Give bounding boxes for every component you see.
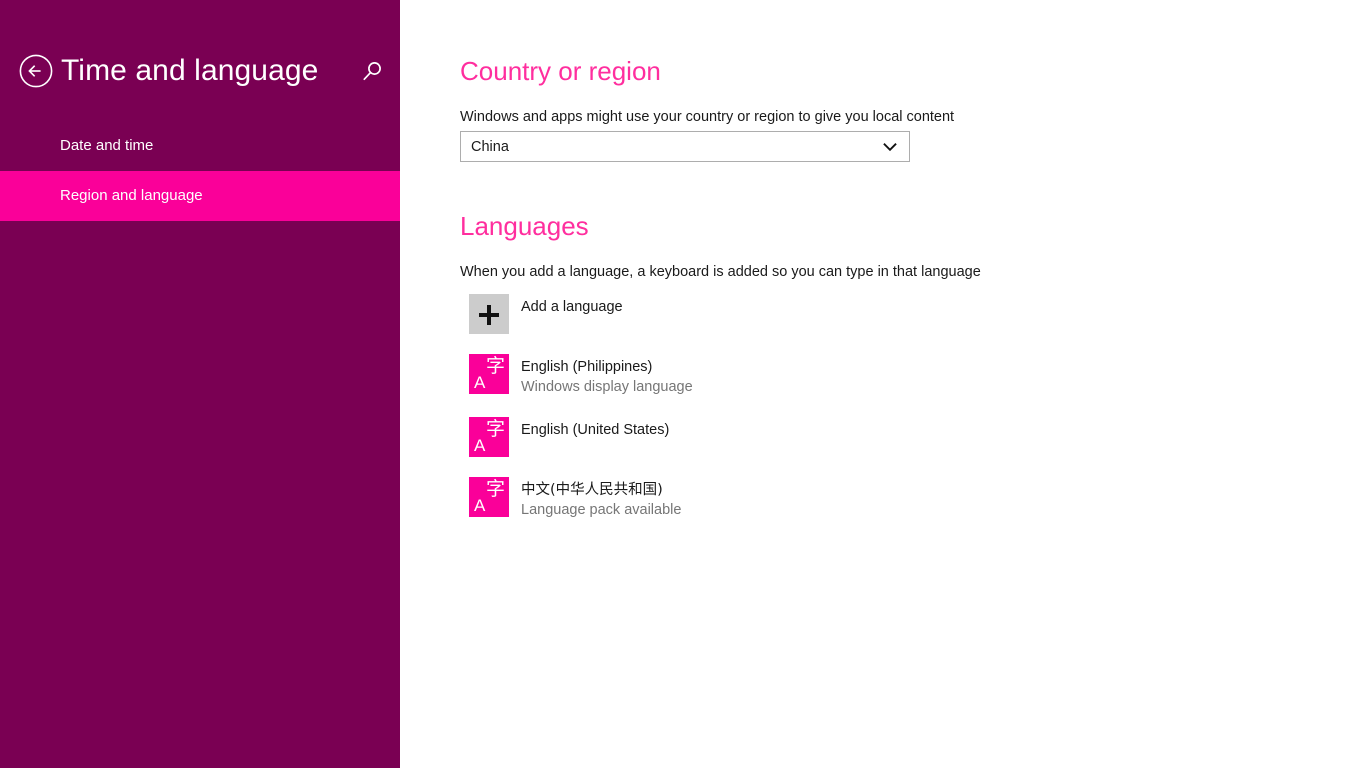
settings-content-pane: Country or region Windows and apps might…	[400, 0, 1366, 768]
plus-icon	[469, 294, 509, 334]
chevron-down-icon[interactable]	[881, 138, 899, 156]
sidebar-nav-list: Date and time Region and language	[0, 121, 400, 221]
country-or-region-description: Windows and apps might use your country …	[460, 109, 955, 125]
page-title: Time and language	[61, 54, 319, 87]
language-title: 中文(中华人民共和国)	[521, 482, 663, 498]
settings-sidebar: Time and language Date and time Region a…	[0, 0, 400, 768]
sidebar-item-date-and-time[interactable]: Date and time	[0, 121, 400, 171]
list-item[interactable]: A 字 中文(中华人民共和国) Language pack available	[469, 477, 693, 520]
language-tile-cjk-glyph: 字	[485, 418, 505, 440]
language-title: English (Philippines)	[521, 359, 653, 375]
country-region-selected-value: China	[471, 138, 509, 155]
add-a-language-button[interactable]: Add a language	[469, 294, 693, 334]
settings-app-window: Time and language Date and time Region a…	[0, 0, 1366, 768]
sidebar-item-label: Region and language	[60, 187, 203, 204]
sidebar-item-region-and-language[interactable]: Region and language	[0, 171, 400, 221]
language-tile-latin-glyph: A	[474, 436, 486, 455]
country-or-region-heading: Country or region	[460, 56, 661, 86]
list-item[interactable]: A 字 English (Philippines) Windows displa…	[469, 354, 693, 397]
country-select-wrapper: China	[460, 131, 910, 162]
languages-description: When you add a language, a keyboard is a…	[460, 264, 981, 280]
language-subtitle: Language pack available	[521, 502, 682, 518]
language-text-block: 中文(中华人民共和国) Language pack available	[521, 477, 681, 520]
language-tile-latin-glyph: A	[474, 496, 486, 515]
language-tile-icon: A 字	[469, 354, 509, 394]
language-text-block: English (Philippines) Windows display la…	[521, 354, 693, 397]
language-tile-latin-glyph: A	[474, 373, 486, 392]
language-tile-icon: A 字	[469, 477, 509, 517]
languages-list: Add a language A 字 English (Philippines)…	[469, 294, 693, 520]
languages-heading: Languages	[460, 211, 589, 241]
language-tile-cjk-glyph: 字	[485, 478, 505, 500]
language-tile-cjk-glyph: 字	[485, 355, 505, 377]
add-a-language-label: Add a language	[521, 299, 623, 315]
language-subtitle: Windows display language	[521, 379, 693, 395]
language-text-block: English (United States)	[521, 417, 669, 440]
sidebar-item-label: Date and time	[60, 137, 154, 154]
language-tile-icon: A 字	[469, 417, 509, 457]
search-icon[interactable]	[358, 58, 386, 86]
language-title: English (United States)	[521, 422, 670, 438]
back-arrow-circle-icon[interactable]	[19, 54, 53, 88]
country-region-dropdown[interactable]: China	[460, 131, 910, 162]
sidebar-header: Time and language	[0, 0, 400, 120]
list-item[interactable]: A 字 English (United States)	[469, 417, 693, 457]
